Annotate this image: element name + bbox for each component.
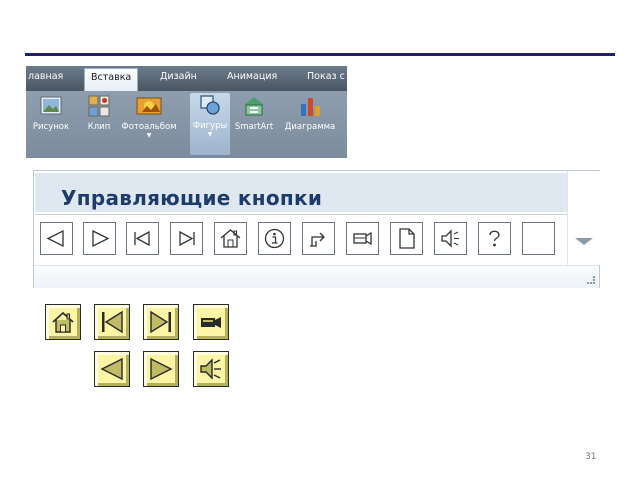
title-rule [25, 53, 615, 56]
action-return-button[interactable] [302, 222, 335, 255]
action-document-button[interactable] [390, 222, 423, 255]
action-home-button[interactable] [214, 222, 247, 255]
yellow-forward-button[interactable] [143, 351, 179, 387]
yellow-end-button[interactable] [143, 304, 179, 340]
ribbon: лавная Вставка Дизайн Анимация Показ с Р… [26, 66, 347, 158]
shapes-icon [198, 93, 222, 117]
action-end-button[interactable] [170, 222, 203, 255]
dropdown-arrow-icon: ▼ [146, 132, 152, 139]
tab-home[interactable]: лавная [28, 71, 63, 82]
action-beginning-button[interactable] [126, 222, 159, 255]
chart-button[interactable]: Диаграмма [280, 94, 340, 132]
yellow-beginning-button[interactable] [94, 304, 130, 340]
photo-album-button[interactable]: Фотоальбом ▼ [120, 94, 178, 139]
back-icon [100, 357, 123, 381]
action-movie-button[interactable] [346, 222, 379, 255]
scroll-down-icon[interactable] [575, 238, 593, 245]
picture-button[interactable]: Рисунок [31, 94, 71, 132]
custom-icon [526, 226, 551, 251]
tab-insert[interactable]: Вставка [84, 68, 139, 91]
action-forward-button[interactable] [83, 222, 116, 255]
chart-icon [298, 94, 322, 118]
picture-icon [39, 94, 63, 118]
action-information-button[interactable] [258, 222, 291, 255]
yellow-sound-button[interactable] [193, 351, 229, 387]
help-icon [489, 230, 500, 247]
beginning-icon [134, 230, 150, 247]
dropdown-arrow-icon: ▼ [207, 131, 213, 138]
end-icon [150, 310, 171, 334]
shapes-button[interactable]: Фигуры ▼ [190, 93, 230, 155]
ribbon-tab-bar: лавная Вставка Дизайн Анимация Показ с [26, 66, 347, 91]
action-custom-button[interactable] [522, 222, 555, 255]
action-help-button[interactable] [478, 222, 511, 255]
yellow-home-button[interactable] [45, 304, 81, 340]
slide-number: 31 [585, 452, 597, 462]
gallery-title: Управляющие кнопки [61, 186, 323, 210]
tab-animation[interactable]: Анимация [227, 71, 277, 82]
tab-design[interactable]: Дизайн [160, 71, 197, 82]
yellow-movie-button[interactable] [193, 304, 229, 340]
clipart-icon [87, 94, 111, 118]
document-icon [399, 228, 415, 249]
home-icon [220, 229, 241, 248]
back-icon [46, 229, 64, 248]
yellow-back-button[interactable] [94, 351, 130, 387]
smartart-icon [242, 94, 266, 118]
clipart-button[interactable]: Клип [84, 94, 114, 132]
action-buttons-gallery: Управляющие кнопки [33, 170, 600, 288]
return-icon [310, 232, 325, 247]
end-icon [179, 230, 195, 247]
action-back-button[interactable] [40, 222, 73, 255]
home-icon [52, 311, 74, 333]
sound-icon [441, 229, 459, 248]
information-icon [264, 228, 285, 249]
sound-icon [200, 358, 221, 380]
action-sound-button[interactable] [434, 222, 467, 255]
gallery-scrollbar[interactable] [567, 171, 600, 265]
smartart-button[interactable]: SmartArt [232, 94, 276, 132]
gallery-header: Управляющие кнопки [35, 173, 567, 212]
gallery-divider [35, 214, 567, 215]
movie-icon [353, 231, 372, 246]
forward-icon [92, 229, 110, 248]
resize-grip-icon[interactable] [587, 276, 595, 284]
forward-icon [150, 357, 173, 381]
beginning-icon [102, 310, 123, 334]
movie-icon [201, 317, 221, 328]
photo-album-icon [134, 94, 164, 118]
tab-slideshow[interactable]: Показ с [307, 71, 345, 82]
gallery-footer [34, 265, 599, 288]
